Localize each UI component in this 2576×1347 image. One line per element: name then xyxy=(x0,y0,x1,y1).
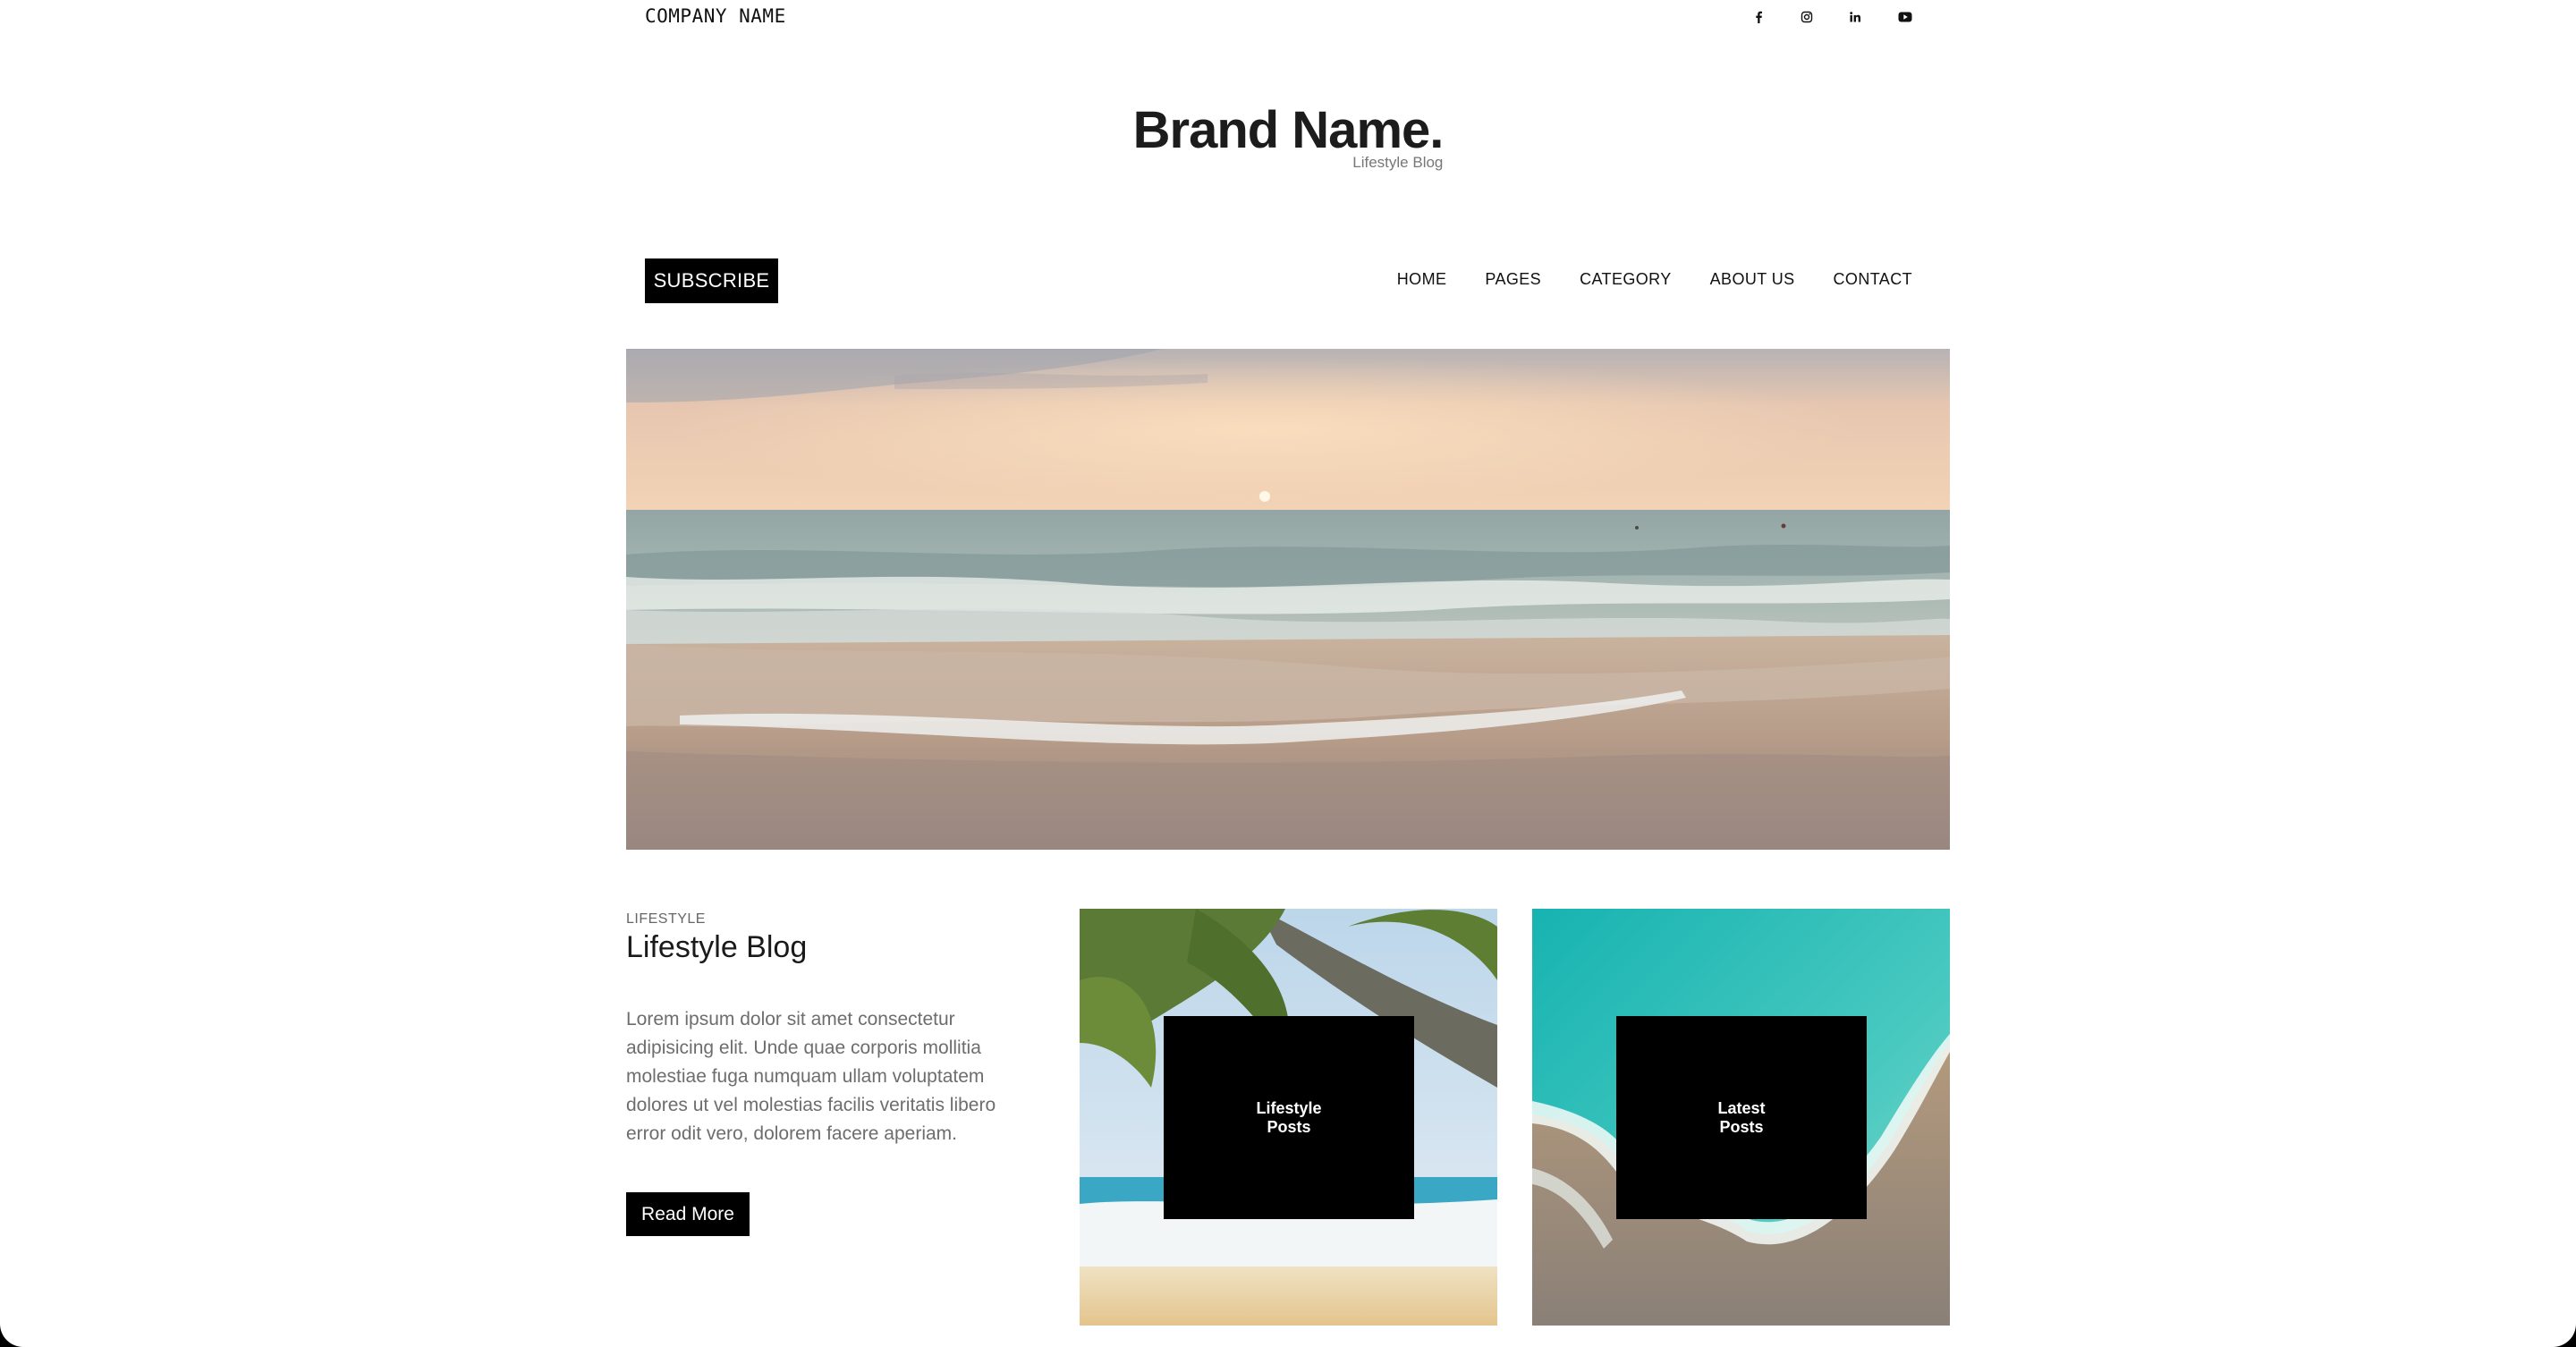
brand-tagline: Lifestyle Blog xyxy=(1352,154,1444,171)
main-nav: HOME PAGES CATEGORY ABOUT US CONTACT xyxy=(1359,270,1912,289)
nav-item-pages[interactable]: PAGES xyxy=(1485,270,1541,289)
company-name: COMPANY NAME xyxy=(645,5,786,27)
nav-item-category[interactable]: CATEGORY xyxy=(1580,270,1672,289)
post-category[interactable]: LIFESTYLE xyxy=(626,911,706,928)
post-title[interactable]: Lifestyle Blog xyxy=(626,930,807,965)
hero-image xyxy=(626,349,1950,850)
youtube-icon[interactable] xyxy=(1893,6,1918,28)
card-label: Latest Posts xyxy=(1717,1098,1766,1136)
read-more-button[interactable]: Read More xyxy=(626,1192,750,1236)
subscribe-button[interactable]: SUBSCRIBE xyxy=(645,258,778,303)
post-excerpt: Lorem ipsum dolor sit amet consectetur a… xyxy=(626,1009,996,1144)
nav-item-about-us[interactable]: ABOUT US xyxy=(1710,270,1795,289)
card-label-box[interactable]: Lifestyle Posts xyxy=(1164,1016,1414,1219)
nav-item-contact[interactable]: CONTACT xyxy=(1834,270,1912,289)
brand-name: Brand Name. xyxy=(1132,101,1445,159)
card-latest-posts[interactable]: Latest Posts xyxy=(1532,909,1950,1326)
card-lifestyle-posts[interactable]: Lifestyle Posts xyxy=(1080,909,1497,1326)
brand-logo[interactable]: Brand Name. Lifestyle Blog xyxy=(1132,100,1445,171)
card-label: Lifestyle Posts xyxy=(1256,1098,1322,1136)
linkedin-icon[interactable] xyxy=(1843,6,1868,28)
page: COMPANY NAME Brand Name. Lifestyle Blog … xyxy=(0,0,2576,1347)
nav-item-home[interactable]: HOME xyxy=(1397,270,1447,289)
card-label-box[interactable]: Latest Posts xyxy=(1616,1016,1867,1219)
instagram-icon[interactable] xyxy=(1794,6,1819,28)
brand-block: Brand Name. Lifestyle Blog xyxy=(0,100,2576,171)
facebook-icon[interactable] xyxy=(1746,6,1771,28)
